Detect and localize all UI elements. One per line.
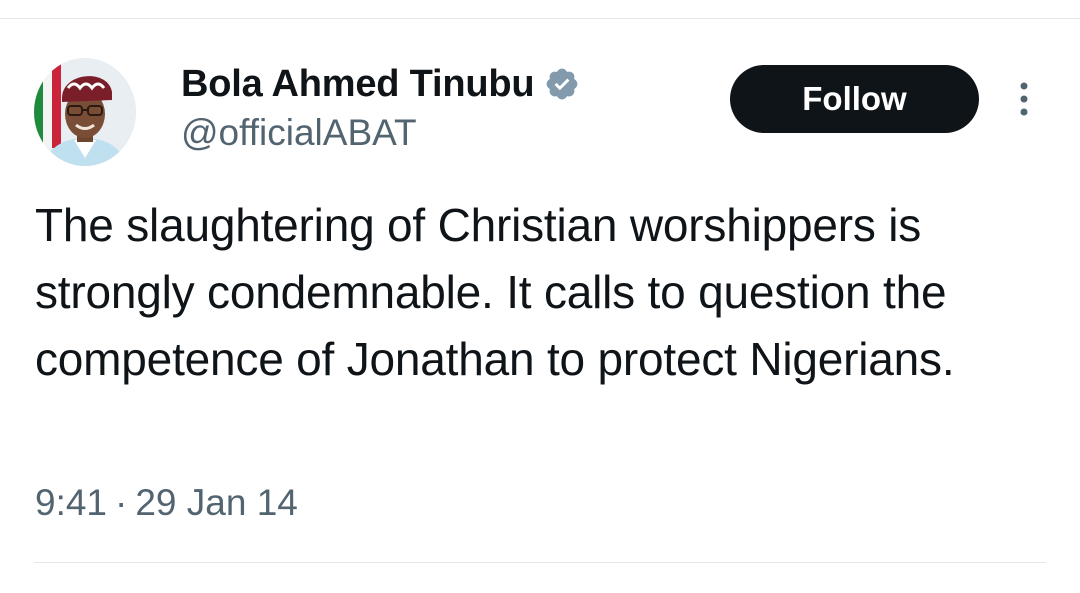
more-vertical-icon[interactable] xyxy=(1010,80,1038,118)
author-block: Bola Ahmed Tinubu @officialABAT xyxy=(181,62,580,154)
user-handle[interactable]: @officialABAT xyxy=(181,112,580,154)
display-name[interactable]: Bola Ahmed Tinubu xyxy=(181,63,535,106)
follow-button[interactable]: Follow xyxy=(730,65,979,133)
tweet-time[interactable]: 9:41 xyxy=(35,482,107,523)
bottom-divider xyxy=(34,562,1046,563)
tweet-text: The slaughtering of Christian worshipper… xyxy=(35,199,955,385)
meta-separator: · xyxy=(115,482,128,523)
tweet-date[interactable]: 29 Jan 14 xyxy=(135,482,298,523)
top-divider xyxy=(0,18,1080,19)
tweet-metadata: 9:41 · 29 Jan 14 xyxy=(35,482,298,524)
verified-badge-icon[interactable] xyxy=(544,66,580,102)
name-row: Bola Ahmed Tinubu xyxy=(181,62,580,106)
avatar-image xyxy=(34,58,136,166)
avatar[interactable] xyxy=(34,58,136,166)
